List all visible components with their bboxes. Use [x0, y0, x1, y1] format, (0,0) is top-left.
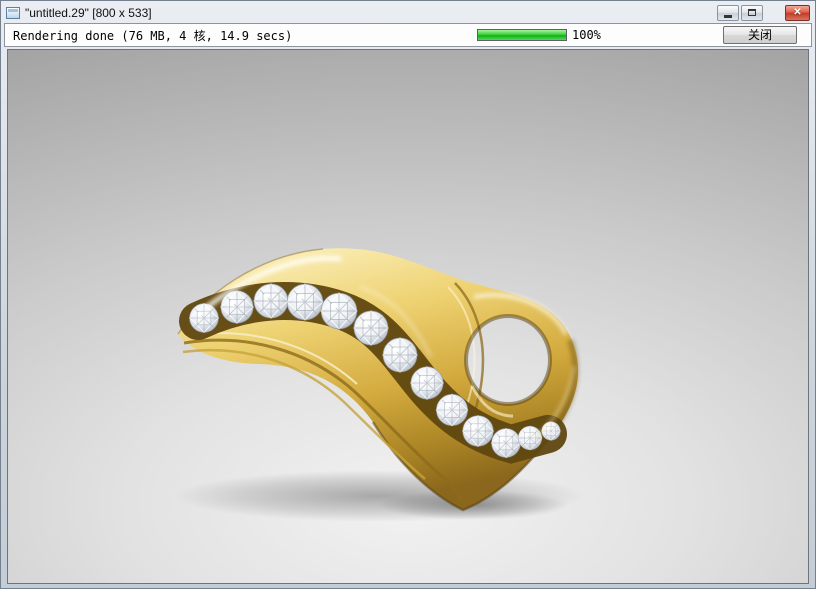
titlebar[interactable]: "untitled.29" [800 x 533] ✕: [1, 1, 815, 23]
window-controls: ✕: [715, 5, 810, 21]
progress-bar-fill: [478, 30, 566, 40]
maximize-icon: [748, 9, 756, 16]
window-title: "untitled.29" [800 x 533]: [25, 6, 152, 20]
render-image: [8, 50, 808, 583]
render-status-text: Rendering done (76 MB, 4 核, 14.9 secs): [5, 27, 292, 44]
render-viewport: [7, 49, 809, 584]
app-icon: [6, 7, 20, 19]
progress-bar: [477, 29, 567, 41]
minimize-icon: [724, 15, 732, 18]
close-render-button[interactable]: 关闭: [723, 26, 797, 44]
status-bar: Rendering done (76 MB, 4 核, 14.9 secs) 1…: [4, 23, 812, 47]
render-window: "untitled.29" [800 x 533] ✕ Rendering do…: [0, 0, 816, 589]
progress-percent-label: 100%: [572, 28, 601, 42]
ring-shadow: [175, 470, 585, 522]
close-button[interactable]: ✕: [785, 5, 810, 21]
close-icon: ✕: [793, 8, 801, 18]
maximize-button[interactable]: [741, 5, 763, 21]
minimize-button[interactable]: [717, 5, 739, 21]
